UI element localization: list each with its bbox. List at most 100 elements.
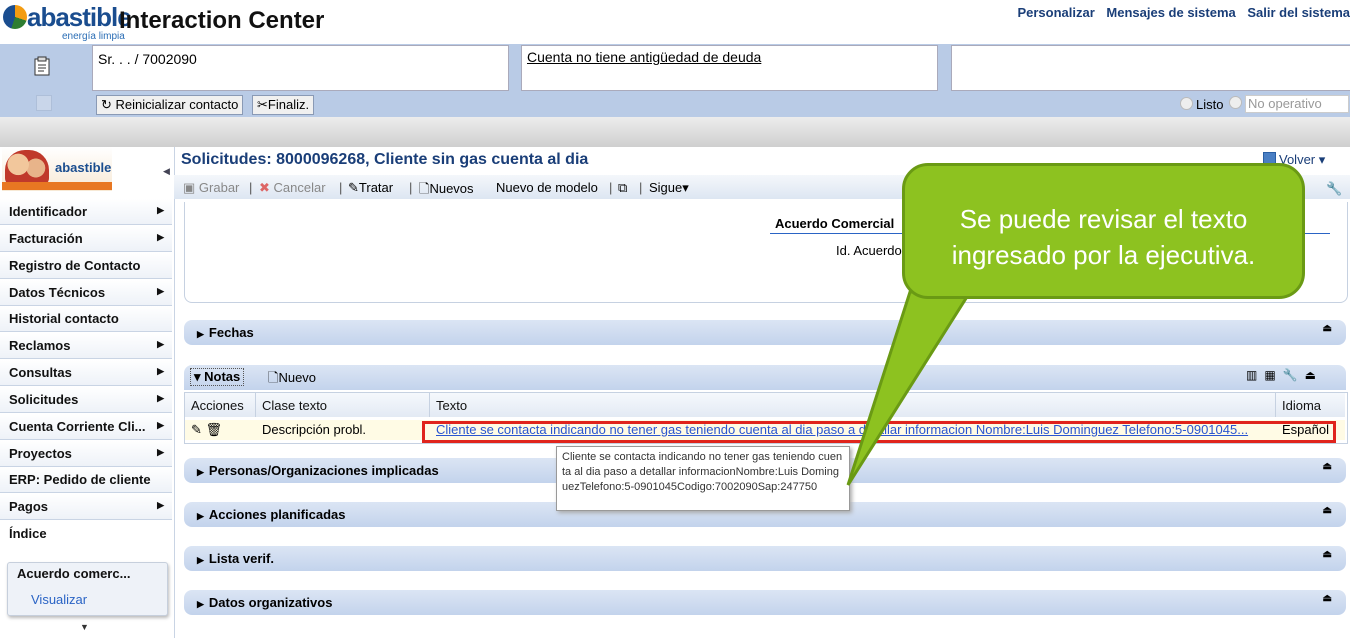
annotation-callout: Se puede revisar el texto ingresado por … xyxy=(902,163,1305,299)
sidebar-item-proyectos[interactable]: Proyectos ▶ xyxy=(0,441,172,467)
next-button[interactable]: Sigue▾ xyxy=(649,180,689,196)
logout-link[interactable]: Salir del sistema xyxy=(1247,5,1350,20)
sidebar-item-label: Cuenta Corriente Cli... xyxy=(9,419,146,434)
sidebar-item-historial-contacto[interactable]: Historial contacto xyxy=(0,306,172,332)
context-square-icon xyxy=(36,95,52,111)
sidebar-item-label: Identificador xyxy=(9,204,88,219)
finish-button[interactable]: ✂Finaliz. xyxy=(252,95,315,115)
sidebar-item-label: Consultas xyxy=(9,365,72,380)
sidebar-item-identificador[interactable]: Identificador ▶ xyxy=(0,199,172,225)
note-tooltip: Cliente se contacta indicando no tener g… xyxy=(556,446,850,511)
toolbar-separator: | xyxy=(339,180,343,195)
expand-icon: ▶ xyxy=(197,555,204,565)
debt-status-link[interactable]: Cuenta no tiene antigüedad de deuda xyxy=(527,49,761,65)
process-button[interactable]: ✎Tratar xyxy=(348,180,393,196)
notes-new-label: Nuevo xyxy=(278,370,317,385)
section-datos-org[interactable]: ▶ Datos organizativos ⏏ xyxy=(184,590,1346,615)
toolbar-separator: | xyxy=(609,180,613,195)
cancel-label: Cancelar xyxy=(273,180,326,195)
status-ready-radio[interactable]: Listo xyxy=(1180,97,1223,112)
edit-icon[interactable]: ✎ xyxy=(191,422,202,437)
save-label: Grabar xyxy=(198,180,240,195)
chevron-right-icon: ▶ xyxy=(157,366,164,376)
next-label: Sigue xyxy=(649,180,683,195)
collapse-icon[interactable]: ⏏ xyxy=(1323,549,1332,560)
new-from-template-button[interactable]: Nuevo de modelo xyxy=(496,180,598,195)
sidebar-item-pagos[interactable]: Pagos ▶ xyxy=(0,494,172,520)
expand-icon: ▶ xyxy=(197,467,204,477)
toolbar-separator: | xyxy=(409,180,413,195)
chevron-right-icon: ▶ xyxy=(157,447,164,457)
notes-tool-icons[interactable]: ▥▦🔧⏏ xyxy=(1246,368,1323,382)
sidebar-item-indice[interactable]: Índice xyxy=(0,521,172,547)
recent-item-title[interactable]: Acuerdo comerc... xyxy=(17,566,130,581)
sidebar-item-cuenta-corriente[interactable]: Cuenta Corriente Cli... ▶ xyxy=(0,414,172,440)
agreement-id-label: Id. Acuerdo xyxy=(836,243,902,258)
scroll-down-icon[interactable]: ▼ xyxy=(80,622,89,632)
refresh-icon: ↻ xyxy=(101,97,116,112)
sidebar-item-label: Facturación xyxy=(9,231,83,246)
customer-info-box: Sr. . . / 7002090 xyxy=(92,45,509,91)
copy-icon[interactable]: ⧉ xyxy=(618,180,627,196)
wrench-icon[interactable]: 🔧 xyxy=(1326,181,1342,197)
section-label: Lista verif. xyxy=(208,551,274,566)
col-clase-texto: Clase texto xyxy=(256,393,430,417)
notes-toggle[interactable]: ▾ Notas xyxy=(190,368,245,386)
chevron-right-icon: ▶ xyxy=(157,232,164,242)
edit-icon: ✎ xyxy=(348,180,359,195)
cancel-button[interactable]: ✖ Cancelar xyxy=(259,180,326,196)
collapse-icon[interactable]: ⏏ xyxy=(1323,593,1332,604)
note-class: Descripción probl. xyxy=(256,420,430,440)
recent-item-view-link[interactable]: Visualizar xyxy=(31,592,87,607)
chevron-right-icon: ▶ xyxy=(157,420,164,430)
sidebar-item-label: Registro de Contacto xyxy=(9,258,141,273)
new-button[interactable]: 🗋Nuevos xyxy=(419,180,474,202)
sidebar-item-datos-tecnicos[interactable]: Datos Técnicos ▶ xyxy=(0,280,172,306)
sidebar-logo-bar xyxy=(2,182,112,190)
sidebar-item-reclamos[interactable]: Reclamos ▶ xyxy=(0,333,172,359)
debt-info-box: Cuenta no tiene antigüedad de deuda xyxy=(521,45,938,91)
sidebar-item-label: Pagos xyxy=(9,499,49,514)
section-label: Fechas xyxy=(208,325,254,340)
toolbar-separator: | xyxy=(249,180,253,195)
col-acciones: Acciones xyxy=(185,393,256,417)
collapse-icon[interactable]: ⏏ xyxy=(1323,323,1332,334)
status-ready-label: Listo xyxy=(1196,97,1224,112)
section-lista-verif[interactable]: ▶ Lista verif. ⏏ xyxy=(184,546,1346,571)
table-row-actions: ✎ 🗑 xyxy=(185,420,256,440)
finish-label: Finaliz. xyxy=(267,97,310,112)
sidebar-item-consultas[interactable]: Consultas ▶ xyxy=(0,360,172,386)
sidebar-item-facturacion[interactable]: Facturación ▶ xyxy=(0,226,172,252)
notes-label: Notas xyxy=(204,369,241,384)
sidebar-item-label: ERP: Pedido de cliente xyxy=(9,472,151,487)
radio-icon xyxy=(1229,96,1242,109)
sidebar-item-registro-contacto[interactable]: Registro de Contacto xyxy=(0,253,172,279)
chevron-right-icon: ▶ xyxy=(157,339,164,349)
collapse-sidebar-icon[interactable]: ◀ xyxy=(163,166,170,177)
system-messages-link[interactable]: Mensajes de sistema xyxy=(1106,5,1235,20)
radio-icon xyxy=(1180,97,1193,110)
notes-new-button[interactable]: 🗋Nuevo xyxy=(268,369,316,391)
sidebar-item-solicitudes[interactable]: Solicitudes ▶ xyxy=(0,387,172,413)
chevron-right-icon: ▶ xyxy=(157,500,164,510)
personalize-link[interactable]: Personalizar xyxy=(1017,5,1094,20)
save-button[interactable]: ▣ Grabar xyxy=(183,180,239,196)
sidebar-item-label: Solicitudes xyxy=(9,392,79,407)
status-not-operative-radio[interactable]: No operativo xyxy=(1229,95,1349,113)
new-doc-icon: 🗋 xyxy=(419,181,430,196)
save-icon: ▣ xyxy=(183,180,196,195)
status-not-operative-field[interactable]: No operativo xyxy=(1245,95,1349,113)
new-label: Nuevos xyxy=(429,181,474,196)
section-label: Personas/Organizaciones implicadas xyxy=(208,463,439,478)
section-label: Acciones planificadas xyxy=(208,507,346,522)
toolbar-separator: | xyxy=(639,180,643,195)
reset-contact-label: Reinicializar contacto xyxy=(115,97,239,112)
clipboard-icon[interactable] xyxy=(33,56,51,76)
brand-logo-text: abastible xyxy=(27,2,132,32)
trash-icon[interactable]: 🗑 xyxy=(206,422,223,437)
reset-contact-button[interactable]: ↻ Reinicializar contacto xyxy=(96,95,244,115)
sidebar-item-erp-pedido[interactable]: ERP: Pedido de cliente xyxy=(0,467,172,493)
collapse-icon[interactable]: ⏏ xyxy=(1323,461,1332,472)
collapse-icon[interactable]: ⏏ xyxy=(1323,505,1332,516)
section-fechas[interactable]: ▶ Fechas ⏏ xyxy=(184,320,1346,345)
